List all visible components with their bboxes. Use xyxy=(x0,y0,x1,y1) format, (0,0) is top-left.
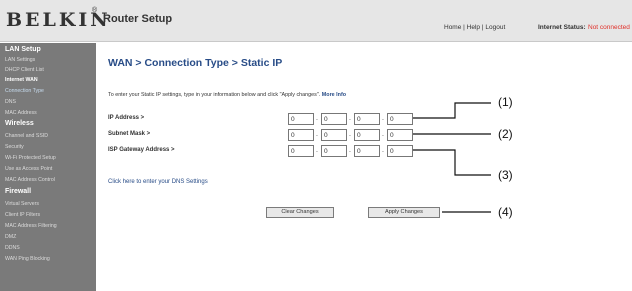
more-info-link[interactable]: More Info xyxy=(322,92,346,98)
isp-gateway-octet-4[interactable] xyxy=(387,145,413,157)
octet-separator: . xyxy=(316,131,318,138)
sidebar-section-lan-setup[interactable]: LAN Setup xyxy=(5,46,41,53)
top-links: Home | Help | Logout xyxy=(444,24,505,31)
octet-separator: . xyxy=(316,147,318,154)
help-link[interactable]: Help xyxy=(467,24,480,31)
header-bar: BELKIN ® Router Setup Home | Help | Logo… xyxy=(0,0,632,42)
isp-gateway-octet-1[interactable] xyxy=(288,145,314,157)
home-link[interactable]: Home xyxy=(444,24,461,31)
subnet-mask-octet-2[interactable] xyxy=(321,129,347,141)
internet-status-label: Internet Status: xyxy=(538,24,586,31)
ip-address-label: IP Address > xyxy=(108,115,145,121)
subnet-mask-label: Subnet Mask > xyxy=(108,131,151,137)
ip-address-octet-3[interactable] xyxy=(354,113,380,125)
sidebar-item-lan-settings[interactable]: LAN Settings xyxy=(5,57,35,63)
sidebar-section-firewall[interactable]: Firewall xyxy=(5,188,31,195)
isp-gateway-octet-3[interactable] xyxy=(354,145,380,157)
octet-separator: . xyxy=(349,147,351,154)
ip-address-octet-2[interactable] xyxy=(321,113,347,125)
sidebar-item-ddns[interactable]: DDNS xyxy=(5,245,20,251)
octet-separator: . xyxy=(316,115,318,122)
isp-gateway-octet-2[interactable] xyxy=(321,145,347,157)
sidebar-item-mac-address-control[interactable]: MAC Address Control xyxy=(5,177,55,183)
app-title: Router Setup xyxy=(103,13,173,25)
sidebar-item-connection-type[interactable]: Connection Type xyxy=(5,88,44,94)
logout-link[interactable]: Logout xyxy=(485,24,505,31)
octet-separator: . xyxy=(382,115,384,122)
instructions-body: To enter your Static IP settings, type i… xyxy=(108,92,321,98)
octet-separator: . xyxy=(382,131,384,138)
octet-separator: . xyxy=(349,115,351,122)
sidebar-section-wireless[interactable]: Wireless xyxy=(5,120,34,127)
octet-separator: . xyxy=(382,147,384,154)
internet-status-value: Not connected xyxy=(588,24,630,31)
sidebar-item-internet-wan[interactable]: Internet WAN xyxy=(5,77,38,83)
page-title: WAN > Connection Type > Static IP xyxy=(108,57,283,69)
sidebar-item-dmz[interactable]: DMZ xyxy=(5,234,16,240)
apply-changes-button[interactable]: Apply Changes xyxy=(368,207,440,218)
instructions-text: To enter your Static IP settings, type i… xyxy=(108,92,346,98)
sidebar-item-virtual-servers[interactable]: Virtual Servers xyxy=(5,201,39,207)
ip-address-octet-4[interactable] xyxy=(387,113,413,125)
subnet-mask-octet-1[interactable] xyxy=(288,129,314,141)
subnet-mask-octet-4[interactable] xyxy=(387,129,413,141)
sidebar-item-wan-ping-blocking[interactable]: WAN Ping Blocking xyxy=(5,256,50,262)
callout-label-1: (1) xyxy=(498,95,513,109)
isp-gateway-label: ISP Gateway Address > xyxy=(108,147,175,153)
sidebar-item-mac-address[interactable]: MAC Address xyxy=(5,110,37,116)
sidebar-item-dns[interactable]: DNS xyxy=(5,99,16,105)
callout-label-3: (3) xyxy=(498,168,513,182)
link-separator: | xyxy=(463,24,465,31)
clear-changes-button[interactable]: Clear Changes xyxy=(266,207,334,218)
subnet-mask-octet-3[interactable] xyxy=(354,129,380,141)
callout-label-2: (2) xyxy=(498,127,513,141)
sidebar-item-mac-address-filtering[interactable]: MAC Address Filtering xyxy=(5,223,57,229)
dns-settings-link[interactable]: Click here to enter your DNS Settings xyxy=(108,179,208,185)
callout-line-3 xyxy=(413,149,491,176)
octet-separator: . xyxy=(349,131,351,138)
callout-line-1 xyxy=(413,102,491,119)
link-separator: | xyxy=(481,24,484,31)
sidebar-item-client-ip-filters[interactable]: Client IP Filters xyxy=(5,212,40,218)
sidebar-item-channel-ssid[interactable]: Channel and SSID xyxy=(5,133,48,139)
sidebar-item-dhcp-client-list[interactable]: DHCP Client List xyxy=(5,67,44,73)
sidebar-item-security[interactable]: Security xyxy=(5,144,24,150)
sidebar-item-wifi-protected-setup[interactable]: Wi-Fi Protected Setup xyxy=(5,155,56,161)
sidebar-nav: LAN Setup LAN Settings DHCP Client List … xyxy=(0,43,96,291)
registered-mark: ® xyxy=(92,7,98,14)
ip-address-octet-1[interactable] xyxy=(288,113,314,125)
callout-label-4: (4) xyxy=(498,205,513,219)
sidebar-item-use-as-access-point[interactable]: Use as Access Point xyxy=(5,166,52,172)
